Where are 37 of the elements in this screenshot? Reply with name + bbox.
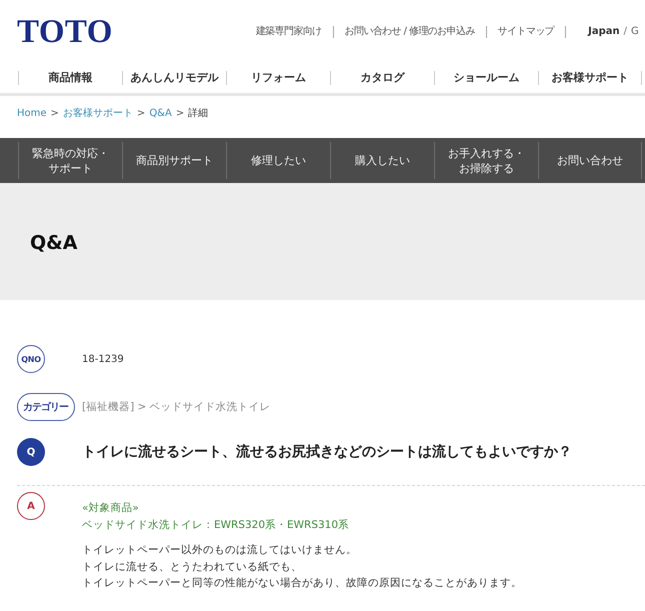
support-menu-item[interactable]: 購入したい [330,142,434,179]
support-menu-item[interactable]: お問い合わせ [538,142,642,179]
breadcrumb-link[interactable]: Home [17,108,47,120]
utility-link[interactable]: お問い合わせ / 修理のお申込み [334,26,487,38]
breadcrumb-separator: > [50,108,59,120]
utility-link[interactable]: 建築専門家向け [256,26,334,38]
question-text: トイレに流せるシート、流せるお尻拭きなどのシートは流してもよいですか？ [82,443,572,461]
qno-badge: QNO [17,345,45,373]
support-menu-item[interactable]: 商品別サポート [122,142,226,179]
support-menu-item[interactable]: 修理したい [226,142,330,179]
nav-item[interactable]: 商品情報 [18,71,122,85]
brand-logo[interactable]: TOTO [17,18,113,44]
support-menu-item[interactable]: 緊急時の対応・サポート [18,142,122,179]
nav-item[interactable]: カタログ [330,71,434,85]
nav-item[interactable]: リフォーム [226,71,330,85]
category-badge: カテゴリー [17,393,75,421]
breadcrumb-current: 詳細 [188,108,208,120]
breadcrumb-link[interactable]: Q&A [149,108,172,120]
category-path: [福祉機器] > ベッドサイド水洗トイレ [82,400,271,414]
language-option[interactable]: Japan [588,26,620,38]
nav-item[interactable]: ショールーム [434,71,538,85]
nav-item[interactable]: あんしんリモデル [122,71,226,85]
utility-link[interactable]: サイトマップ [486,26,566,38]
support-menu-item[interactable]: お手入れする・お掃除する [434,142,538,179]
question-number: 18-1239 [82,354,124,364]
answer-badge: A [17,492,45,520]
breadcrumb-link[interactable]: お客様サポート [62,108,133,120]
language-separator: / [624,26,628,38]
language-option[interactable]: G [631,26,639,38]
breadcrumb-separator: > [136,108,146,120]
question-badge: Q [17,438,45,466]
answer-text: トイレットペーパー以外のものは流してはいけません。 トイレに流せる、とうたわれている紙でも、 トイレットペーパーと同等の性能がない場合があり、故障の原因になることがあります。 [82,543,522,591]
target-products: ベッドサイド水洗トイレ：EWRS320系・EWRS310系 [82,518,350,533]
page-title: Q&A [30,230,78,254]
target-heading: «対象商品» [82,501,140,516]
breadcrumb-separator: > [176,108,184,120]
nav-item[interactable]: お客様サポート [538,71,642,85]
